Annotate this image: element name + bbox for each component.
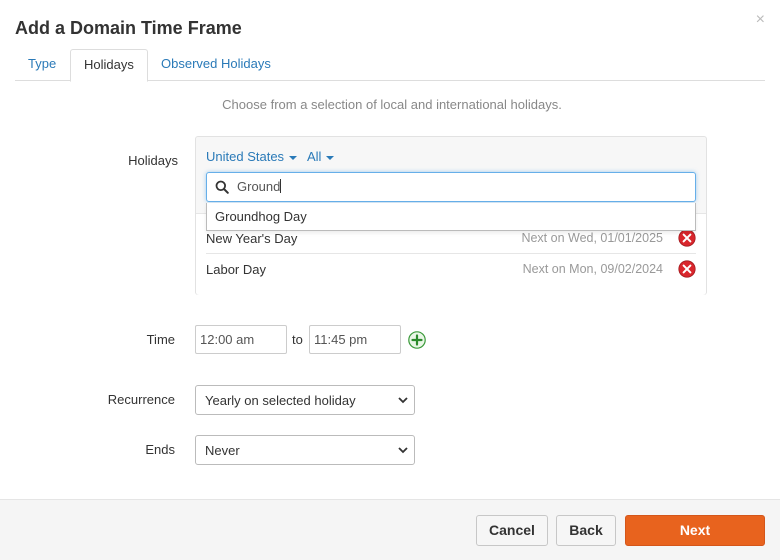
text-cursor xyxy=(280,179,282,193)
time-separator: to xyxy=(292,332,303,347)
recurrence-value: Yearly on selected holiday xyxy=(205,393,356,408)
dialog-title: Add a Domain Time Frame xyxy=(15,18,242,38)
end-time-input[interactable]: 11:45 pm xyxy=(309,325,401,354)
suggestion-dropdown: Groundhog Day xyxy=(206,203,696,231)
holiday-search-input[interactable]: Ground xyxy=(206,172,696,202)
recurrence-label: Recurrence xyxy=(107,392,175,407)
chevron-down-icon xyxy=(398,447,408,454)
type-filter-label: All xyxy=(307,149,322,164)
ends-label: Ends xyxy=(145,442,175,457)
add-time-icon[interactable] xyxy=(408,331,426,349)
tab-holidays[interactable]: Holidays xyxy=(70,49,148,82)
tab-observed-holidays[interactable]: Observed Holidays xyxy=(148,49,284,81)
remove-icon[interactable] xyxy=(678,229,696,247)
search-value: Ground xyxy=(237,179,281,194)
country-filter-dropdown[interactable]: United States xyxy=(206,149,298,164)
ends-value: Never xyxy=(205,443,240,458)
holidays-label: Holidays xyxy=(128,153,178,168)
country-filter-label: United States xyxy=(206,149,285,164)
close-icon[interactable]: × xyxy=(756,12,765,28)
next-button[interactable]: Next xyxy=(625,515,765,546)
caret-down-icon xyxy=(326,155,335,160)
holiday-next-date: Next on Wed, 01/01/2025 xyxy=(521,231,663,245)
cancel-button[interactable]: Cancel xyxy=(476,515,548,546)
back-button[interactable]: Back xyxy=(556,515,616,546)
holiday-name: New Year's Day xyxy=(206,231,298,246)
chevron-down-icon xyxy=(398,397,408,404)
dialog-footer: Cancel Back Next xyxy=(0,499,780,560)
tab-type[interactable]: Type xyxy=(15,49,69,81)
time-frame-dialog: Add a Domain Time Frame × Type Holidays … xyxy=(0,0,780,560)
ends-select[interactable]: Never xyxy=(195,435,415,465)
start-time-input[interactable]: 12:00 am xyxy=(195,325,287,354)
suggestion-item[interactable]: Groundhog Day xyxy=(215,209,307,224)
time-label: Time xyxy=(146,332,175,347)
list-item: Labor Day Next on Mon, 09/02/2024 xyxy=(206,255,696,285)
type-filter-dropdown[interactable]: All xyxy=(307,149,335,164)
tab-bar: Type Holidays Observed Holidays xyxy=(15,49,765,82)
holidays-panel: United States All New Year's Day Next on… xyxy=(195,136,707,295)
caret-down-icon xyxy=(289,155,298,160)
holiday-next-date: Next on Mon, 09/02/2024 xyxy=(522,262,663,276)
holiday-name: Labor Day xyxy=(206,262,266,277)
search-icon xyxy=(215,180,229,194)
intro-text: Choose from a selection of local and int… xyxy=(222,97,562,112)
remove-icon[interactable] xyxy=(678,260,696,278)
recurrence-select[interactable]: Yearly on selected holiday xyxy=(195,385,415,415)
